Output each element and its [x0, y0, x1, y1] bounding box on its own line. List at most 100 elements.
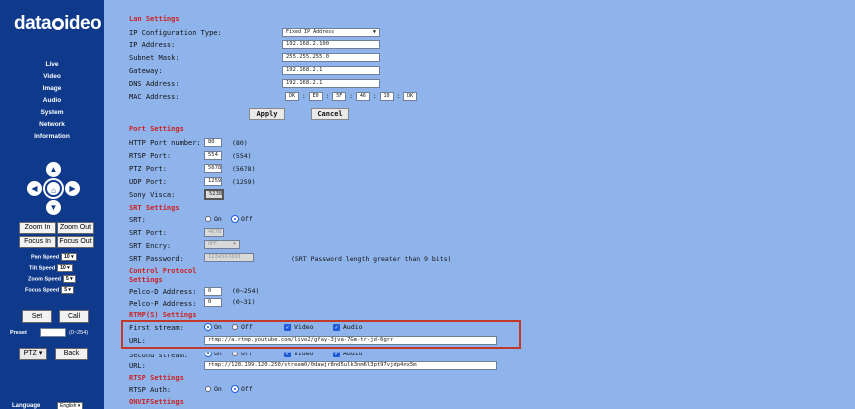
nav-audio[interactable]: Audio	[0, 97, 104, 104]
dns-address-input[interactable]: 192.168.2.1	[282, 79, 380, 88]
first-stream-audio-checkbox[interactable]: ✓ Audio	[333, 323, 363, 331]
mac-colon: :	[325, 93, 330, 100]
udp-port-label: UDP Port:	[129, 178, 167, 186]
first-stream-off-label: Off	[241, 323, 253, 331]
zoom-in-button[interactable]: Zoom In	[19, 222, 56, 234]
ptz-port-input[interactable]: 5678	[204, 164, 222, 173]
radio-on-icon	[205, 352, 211, 356]
pan-speed-value: 10	[64, 254, 70, 260]
mac-colon: :	[396, 93, 401, 100]
radio-off-icon	[205, 216, 211, 222]
rtsp-auth-on-radio[interactable]: On	[205, 385, 222, 393]
zoom-out-button[interactable]: Zoom Out	[57, 222, 94, 234]
mac-octet-2[interactable]: E0	[308, 92, 323, 101]
nav-live[interactable]: Live	[0, 61, 104, 68]
second-stream-video-checkbox[interactable]: ✓ Video	[284, 352, 314, 357]
control-protocol-heading-2: Settings	[129, 276, 163, 284]
second-stream-on-radio[interactable]: On	[205, 352, 222, 357]
first-stream-off-radio[interactable]: Off	[232, 323, 253, 331]
nav-network[interactable]: Network	[0, 121, 104, 128]
tilt-speed-select[interactable]: 10 ▾	[57, 264, 73, 272]
video-label: Video	[294, 323, 314, 331]
zoom-speed-value: 5	[66, 276, 69, 282]
pan-speed-select[interactable]: 10 ▾	[61, 253, 77, 261]
preset-input[interactable]	[40, 328, 66, 337]
nav-image[interactable]: Image	[0, 85, 104, 92]
ip-address-input[interactable]: 192.168.2.100	[282, 40, 380, 49]
nav-system[interactable]: System	[0, 109, 104, 116]
srt-encry-select[interactable]: OFF ▼	[204, 240, 240, 249]
srt-encry-value: OFF	[208, 241, 218, 247]
checkmark-icon: ✓	[284, 323, 291, 331]
mac-octet-3[interactable]: 5F	[332, 92, 347, 101]
mac-octet-1[interactable]: DK	[285, 92, 299, 101]
language-value: English	[60, 403, 77, 409]
srt-port-label: SRT Port:	[129, 229, 167, 237]
preset-call-button[interactable]: Call	[59, 310, 89, 323]
first-stream-video-checkbox[interactable]: ✓ Video	[284, 323, 314, 331]
down-arrow-icon[interactable]: ▼	[46, 200, 61, 215]
udp-port-input[interactable]: 1259	[204, 177, 222, 186]
first-stream-on-label: On	[214, 323, 222, 331]
http-port-input[interactable]: 80	[204, 138, 222, 147]
focus-in-button[interactable]: Focus In	[19, 236, 56, 248]
mac-octet-4[interactable]: 46	[355, 92, 370, 101]
srt-password-label: SRT Password:	[129, 255, 184, 263]
right-arrow-icon[interactable]: ▶	[65, 181, 80, 196]
mac-octet-5[interactable]: 10	[379, 92, 394, 101]
srt-on-label: On	[214, 215, 222, 223]
gateway-input[interactable]: 192.168.2.1	[282, 66, 380, 75]
subnet-mask-input[interactable]: 255.255.255.0	[282, 53, 380, 62]
nav-information[interactable]: Information	[0, 133, 104, 140]
pelco-d-input[interactable]: 0	[204, 287, 222, 296]
second-url-label: URL:	[129, 362, 146, 370]
rtsp-port-label: RTSP Port:	[129, 152, 172, 160]
cancel-button[interactable]: Cancel	[311, 108, 349, 120]
srt-off-radio[interactable]: Off	[232, 215, 253, 223]
pelco-p-input[interactable]: 0	[204, 298, 222, 307]
first-stream-label: First stream:	[129, 324, 184, 332]
apply-button[interactable]: Apply	[249, 108, 285, 120]
preset-set-button[interactable]: Set	[22, 310, 52, 323]
left-arrow-icon[interactable]: ◀	[27, 181, 42, 196]
second-stream-audio-checkbox[interactable]: ✓ Audio	[333, 352, 363, 357]
up-arrow-icon[interactable]: ▲	[46, 162, 61, 177]
first-stream-url-input[interactable]: rtmp://a.rtmp.youtube.com/live2/gfay-3jv…	[204, 336, 497, 345]
language-select[interactable]: English ▾	[57, 402, 84, 409]
zoom-speed-select[interactable]: 5 ▾	[63, 275, 76, 283]
rtsp-port-input[interactable]: 554	[204, 151, 222, 160]
srt-port-input[interactable]: 4678	[204, 228, 224, 237]
rtsp-auth-label: RTSP Auth:	[129, 386, 172, 394]
sony-visca-label: Sony Visca:	[129, 191, 176, 199]
rtsp-auth-off-radio[interactable]: Off	[232, 385, 253, 393]
second-stream-url-input[interactable]: rtmp://128.199.120.250/stream0/0dawjr8nd…	[204, 361, 497, 370]
radio-off-icon	[232, 324, 238, 330]
preset-label: Preset	[10, 330, 27, 336]
second-stream-off-radio[interactable]: Off	[232, 352, 253, 357]
tilt-speed-value: 10	[60, 265, 66, 271]
first-stream-on-radio[interactable]: On	[205, 323, 222, 331]
focus-speed-select[interactable]: 5 ▾	[61, 286, 74, 294]
mac-octet-6[interactable]: DK	[403, 92, 418, 101]
sony-visca-input[interactable]: 52381	[204, 189, 224, 200]
zoom-speed: Zoom Speed 5 ▾	[28, 275, 76, 283]
focus-speed-label: Focus Speed	[25, 287, 60, 294]
subnet-mask-label: Subnet Mask:	[129, 54, 180, 62]
ptz-port-label: PTZ Port:	[129, 165, 167, 173]
srt-off-label: Off	[241, 215, 253, 223]
second-stream-label: Second stream:	[129, 351, 189, 359]
srt-password-hint: (SRT Password length greater than 9 bits…	[291, 255, 452, 263]
ptz-select[interactable]: PTZ ▾	[19, 348, 47, 360]
pan-speed: Pan Speed 10 ▾	[31, 253, 77, 261]
lan-settings-heading: Lan Settings	[129, 15, 180, 23]
srt-on-radio[interactable]: On	[205, 215, 222, 223]
rtsp-port-hint: (554)	[232, 152, 252, 160]
focus-out-button[interactable]: Focus Out	[57, 236, 94, 248]
pelco-p-hint: (0~31)	[232, 298, 256, 306]
back-button[interactable]: Back	[55, 348, 88, 360]
srt-password-input[interactable]: 1234567891	[204, 253, 254, 262]
home-icon[interactable]: ⌂	[45, 180, 62, 197]
ip-type-select[interactable]: Fixed IP Address ▼	[282, 28, 380, 37]
nav-video[interactable]: Video	[0, 73, 104, 80]
tilt-speed: Tilt Speed 10 ▾	[29, 264, 73, 272]
